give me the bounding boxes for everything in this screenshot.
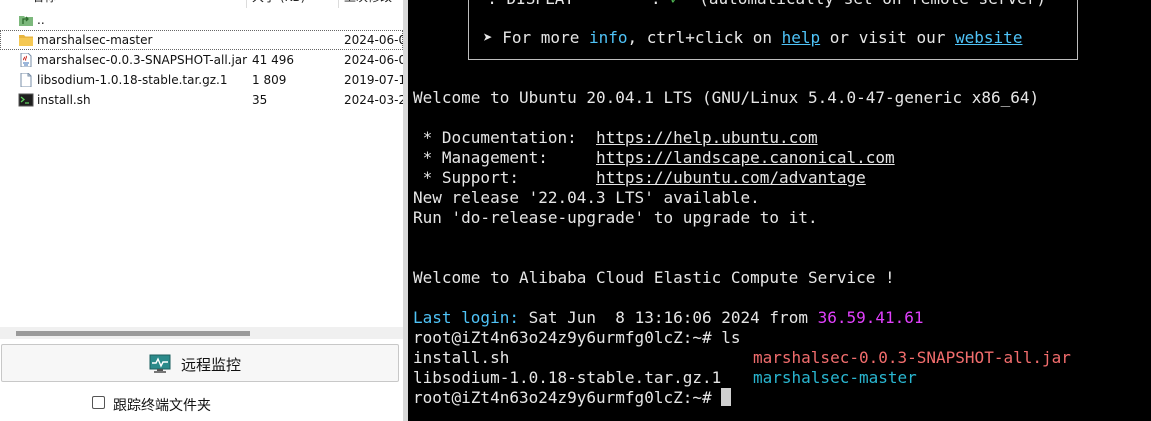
follow-terminal-folder-checkbox[interactable] bbox=[92, 396, 105, 409]
website-link[interactable]: website bbox=[955, 28, 1022, 47]
file-browser-panel: 名称 大小 (KB) 上次修改 .. marshalsec-master 202… bbox=[0, 0, 403, 421]
display-line: : DISPLAY : ✓ (automatically set on remo… bbox=[468, 0, 1046, 9]
ls-output-marshalsec-dir: marshalsec-master bbox=[753, 368, 917, 387]
folder-icon bbox=[19, 35, 33, 46]
alibaba-welcome-line: Welcome to Alibaba Cloud Elastic Compute… bbox=[413, 268, 895, 287]
file-row-tarball[interactable]: libsodium-1.0.18-stable.tar.gz.1 1 809 2… bbox=[0, 70, 403, 90]
management-line: * Management: https://landscape.canonica… bbox=[413, 148, 895, 167]
column-separator[interactable] bbox=[246, 0, 247, 8]
follow-terminal-folder-label[interactable]: 跟踪终端文件夹 bbox=[113, 395, 211, 415]
welcome-line: Welcome to Ubuntu 20.04.1 LTS (GNU/Linux… bbox=[413, 88, 1040, 107]
more-info-line: ➤ For more info, ctrl+click on help or v… bbox=[483, 28, 1023, 47]
monitor-icon bbox=[149, 354, 171, 373]
remote-monitor-button[interactable]: 远程监控 bbox=[1, 344, 399, 382]
terminal-view[interactable]: : DISPLAY : ✓ (automatically set on remo… bbox=[408, 0, 1151, 421]
ls-output-libsodium: libsodium-1.0.18-stable.tar.gz.1 bbox=[413, 368, 722, 387]
management-link[interactable]: https://landscape.canonical.com bbox=[596, 148, 895, 167]
documentation-line: * Documentation: https://help.ubuntu.com bbox=[413, 128, 818, 147]
scrollbar-thumb[interactable] bbox=[16, 331, 250, 336]
ls-output-install: install.sh bbox=[413, 348, 510, 367]
help-link[interactable]: help bbox=[782, 28, 821, 47]
column-header-modified[interactable]: 上次修改 bbox=[344, 0, 392, 8]
ls-output-jar: marshalsec-0.0.3-SNAPSHOT-all.jar bbox=[753, 348, 1071, 367]
support-line: * Support: https://ubuntu.com/advantage bbox=[413, 168, 866, 187]
file-row-folder[interactable]: marshalsec-master 2024-06-0 bbox=[0, 30, 403, 50]
new-release-line: New release '22.04.3 LTS' available. bbox=[413, 188, 760, 207]
last-login-line: Last login: Sat Jun 8 13:16:06 2024 from… bbox=[413, 308, 924, 327]
file-row-parent[interactable]: .. bbox=[0, 10, 403, 30]
upgrade-hint-line: Run 'do-release-upgrade' to upgrade to i… bbox=[413, 208, 818, 227]
column-header-size[interactable]: 大小 (KB) bbox=[252, 0, 305, 8]
column-separator[interactable] bbox=[338, 0, 339, 8]
documentation-link[interactable]: https://help.ubuntu.com bbox=[596, 128, 818, 147]
current-prompt-line[interactable]: root@iZt4n63o24z9y6urmfg0lcZ:~# bbox=[413, 388, 732, 408]
support-link[interactable]: https://ubuntu.com/advantage bbox=[596, 168, 866, 187]
column-header-name[interactable]: 名称 bbox=[32, 0, 56, 8]
parent-folder-icon bbox=[19, 16, 33, 26]
terminal-cursor bbox=[721, 388, 732, 406]
file-row-jar[interactable]: marshalsec-0.0.3-SNAPSHOT-all.jar 41 496… bbox=[0, 50, 403, 70]
prompt-ls-line: root@iZt4n63o24z9y6urmfg0lcZ:~# ls bbox=[413, 328, 741, 347]
file-icon bbox=[20, 73, 32, 87]
java-file-icon bbox=[20, 53, 32, 67]
terminal-script-icon bbox=[18, 93, 34, 107]
info-link[interactable]: info bbox=[589, 28, 628, 47]
file-row-script[interactable]: install.sh 35 2024-03-2 bbox=[0, 90, 403, 110]
